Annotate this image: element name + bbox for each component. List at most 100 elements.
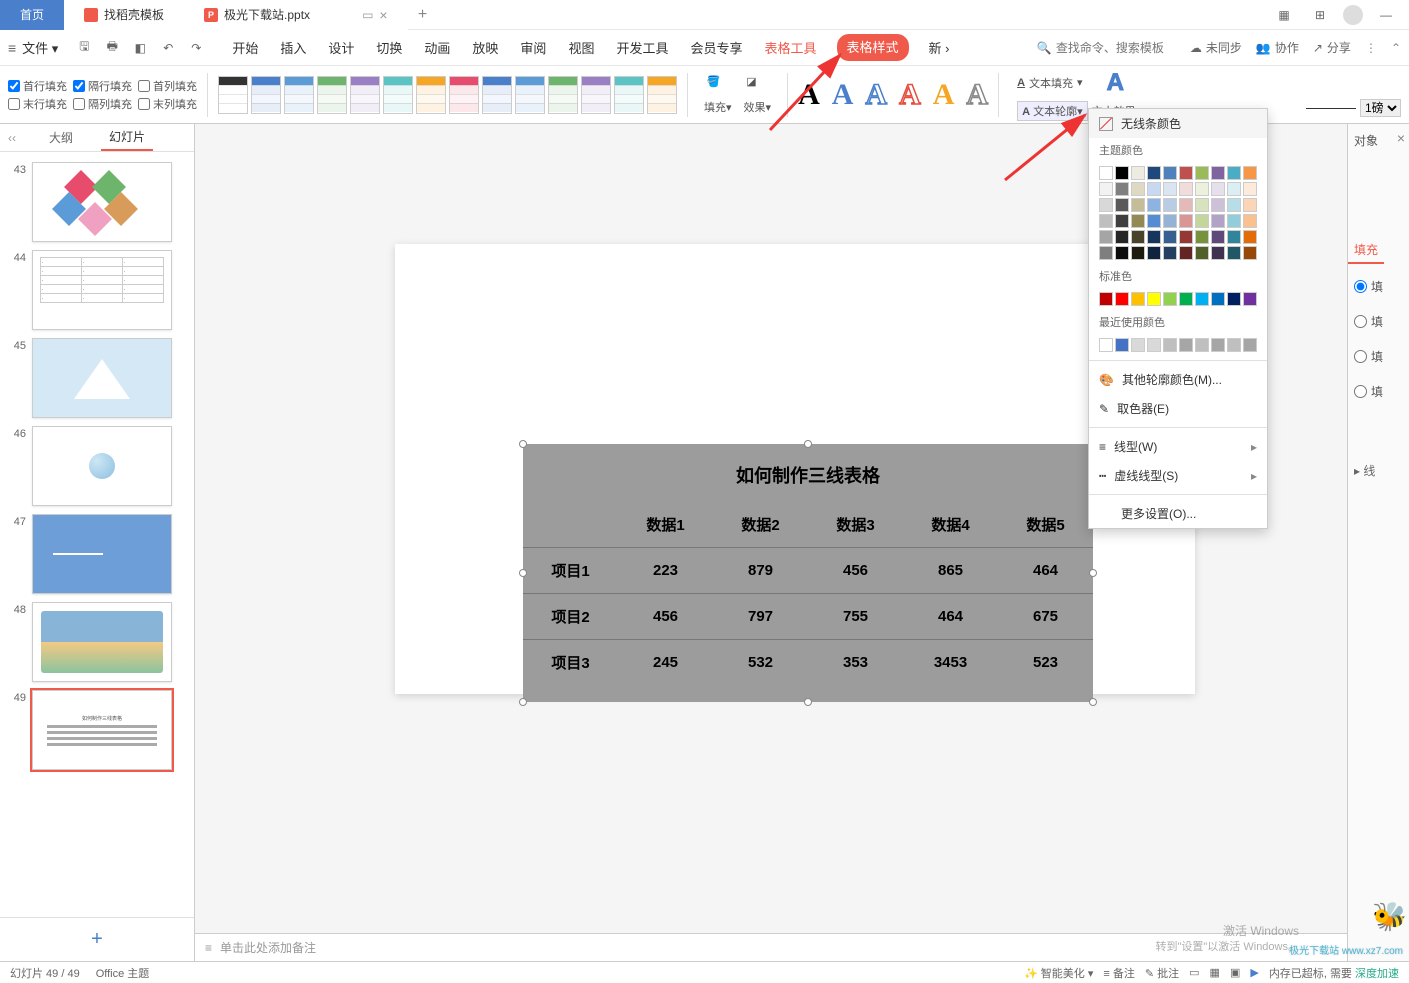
preview-icon[interactable]: ◧ [130, 38, 150, 58]
eyedropper[interactable]: ✎取色器(E) [1089, 394, 1267, 423]
check-last-col[interactable]: 末列填充 [138, 96, 197, 112]
slide-thumb-43[interactable] [32, 162, 172, 242]
color-swatch[interactable] [1211, 230, 1225, 244]
view-normal-icon[interactable]: ▭ [1189, 966, 1199, 979]
color-swatch[interactable] [1131, 214, 1145, 228]
color-swatch[interactable] [1179, 338, 1193, 352]
minimize-icon[interactable]: — [1373, 2, 1399, 28]
wordart-3[interactable]: A [865, 78, 887, 112]
slide-table[interactable]: 如何制作三线表格 数据1数据2数据3数据4数据5项目12238794568654… [523, 444, 1093, 702]
color-swatch[interactable] [1243, 214, 1257, 228]
color-swatch[interactable] [1179, 214, 1193, 228]
slide-thumb-44[interactable]: ............... [32, 250, 172, 330]
save-icon[interactable]: 🖫 [74, 38, 94, 58]
panel-close-icon[interactable]: × [1397, 130, 1405, 146]
color-swatch[interactable] [1147, 166, 1161, 180]
no-line-color[interactable]: 无线条颜色 [1089, 109, 1267, 138]
ribbon-tab-more[interactable]: 新 › [927, 34, 952, 61]
ribbon-tab-design[interactable]: 设计 [326, 34, 356, 61]
ribbon-tab-slideshow[interactable]: 放映 [470, 34, 500, 61]
radio-opt-1[interactable]: 填 [1354, 278, 1403, 295]
ribbon-tab-start[interactable]: 开始 [230, 34, 260, 61]
color-swatch[interactable] [1115, 166, 1129, 180]
color-swatch[interactable] [1115, 338, 1129, 352]
table-cell[interactable]: 464 [903, 594, 998, 640]
radio-opt-2[interactable]: 填 [1354, 313, 1403, 330]
color-swatch[interactable] [1099, 182, 1113, 196]
color-swatch[interactable] [1115, 292, 1129, 306]
color-swatch[interactable] [1227, 214, 1241, 228]
table-cell[interactable]: 456 [618, 594, 713, 640]
color-swatch[interactable] [1163, 292, 1177, 306]
color-swatch[interactable] [1179, 246, 1193, 260]
color-swatch[interactable] [1227, 246, 1241, 260]
text-outline-button[interactable]: A 文本轮廓▾ [1017, 101, 1088, 121]
more-icon[interactable]: ⋮ [1365, 41, 1377, 55]
bee-mascot[interactable]: 🐝 [1372, 900, 1407, 933]
table-style-swatch[interactable] [482, 76, 512, 114]
ribbon-tab-animation[interactable]: 动画 [422, 34, 452, 61]
color-swatch[interactable] [1131, 246, 1145, 260]
color-swatch[interactable] [1211, 166, 1225, 180]
text-fill-button[interactable]: A文本填充▾ A [1017, 69, 1141, 97]
wordart-gallery[interactable]: A A A A A A [798, 78, 988, 112]
search-input[interactable] [1056, 41, 1176, 55]
beautify-button[interactable]: ✨ 智能美化 ▾ [1024, 965, 1093, 981]
table-cell[interactable]: 项目1 [523, 548, 618, 594]
table-cell[interactable]: 523 [998, 640, 1093, 686]
comments-toggle[interactable]: ✎ 批注 [1145, 965, 1179, 981]
table-style-swatch[interactable] [317, 76, 347, 114]
table-cell[interactable]: 675 [998, 594, 1093, 640]
table-cell[interactable]: 464 [998, 548, 1093, 594]
tab-menu-icon[interactable]: ▭ [362, 8, 373, 22]
color-swatch[interactable] [1195, 230, 1209, 244]
color-swatch[interactable] [1243, 230, 1257, 244]
line-weight-select[interactable]: 1磅 [1360, 99, 1401, 117]
color-swatch[interactable] [1243, 292, 1257, 306]
color-swatch[interactable] [1243, 338, 1257, 352]
search-box[interactable]: 🔍 [1037, 41, 1176, 55]
color-swatch[interactable] [1131, 182, 1145, 196]
color-swatch[interactable] [1115, 182, 1129, 196]
color-swatch[interactable] [1211, 246, 1225, 260]
table-cell[interactable]: 223 [618, 548, 713, 594]
color-swatch[interactable] [1227, 182, 1241, 196]
color-swatch[interactable] [1147, 246, 1161, 260]
color-swatch[interactable] [1115, 214, 1129, 228]
wordart-preset-icon[interactable]: A [1107, 69, 1124, 97]
table-cell[interactable]: 3453 [903, 640, 998, 686]
slide-thumb-49[interactable]: 如何制作三线表格 [32, 690, 172, 770]
slide-thumb-46[interactable] [32, 426, 172, 506]
check-first-row[interactable]: 首行填充 [8, 78, 67, 94]
notes-icon[interactable]: ≡ [205, 941, 212, 955]
share-button[interactable]: ↗分享 [1313, 39, 1351, 56]
table-cell[interactable]: 755 [808, 594, 903, 640]
panel-tab-fill[interactable]: 填充 [1348, 237, 1384, 264]
color-swatch[interactable] [1195, 198, 1209, 212]
color-swatch[interactable] [1227, 338, 1241, 352]
view-sorter-icon[interactable]: ▦ [1210, 966, 1220, 979]
more-settings[interactable]: 更多设置(O)... [1089, 499, 1267, 528]
color-swatch[interactable] [1115, 246, 1129, 260]
color-swatch[interactable] [1099, 246, 1113, 260]
table-style-swatch[interactable] [581, 76, 611, 114]
table-style-swatch[interactable] [647, 76, 677, 114]
color-swatch[interactable] [1115, 198, 1129, 212]
color-swatch[interactable] [1195, 214, 1209, 228]
check-banded-col[interactable]: 隔列填充 [73, 96, 132, 112]
table-cell[interactable]: 797 [713, 594, 808, 640]
table-cell[interactable]: 项目2 [523, 594, 618, 640]
avatar[interactable] [1343, 5, 1363, 25]
notes-placeholder[interactable]: 单击此处添加备注 [220, 939, 316, 956]
file-menu[interactable]: 文件 ▾ [22, 38, 58, 57]
table-cell[interactable]: 532 [713, 640, 808, 686]
check-banded-row[interactable]: 隔行填充 [73, 78, 132, 94]
table-cell[interactable]: 456 [808, 548, 903, 594]
color-swatch[interactable] [1163, 338, 1177, 352]
color-swatch[interactable] [1147, 182, 1161, 196]
table-style-gallery[interactable] [218, 76, 677, 114]
view-reading-icon[interactable]: ▣ [1230, 966, 1240, 979]
ribbon-tab-vip[interactable]: 会员专享 [688, 34, 744, 61]
table-style-swatch[interactable] [383, 76, 413, 114]
color-swatch[interactable] [1179, 292, 1193, 306]
